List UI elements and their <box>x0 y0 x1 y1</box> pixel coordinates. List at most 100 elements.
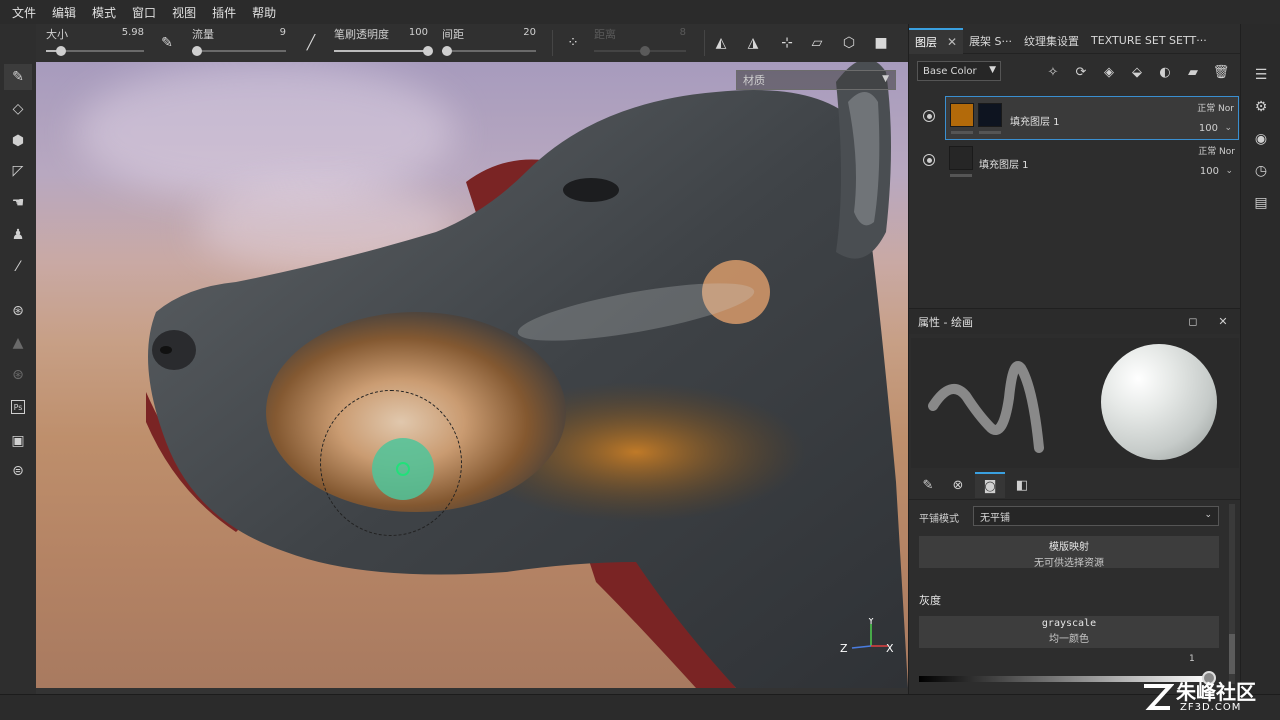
layer-name[interactable]: 填充图层 1 <box>1010 113 1060 128</box>
size-label: 大小 <box>46 28 68 41</box>
layer-thumbnail[interactable] <box>949 146 973 170</box>
material-tab-icon[interactable]: ◧ <box>1007 472 1037 498</box>
layer-mask-thumbnail[interactable] <box>978 103 1002 127</box>
shelf-icon[interactable]: ⊛ <box>4 298 32 324</box>
opacity-track[interactable] <box>334 46 433 56</box>
layer-row-body[interactable]: 填充图层 1 正常 Nor 100 ⌄ <box>945 140 1239 184</box>
layers-panel-icon[interactable]: ☰ <box>1250 64 1272 86</box>
log-icon[interactable]: ▤ <box>1250 192 1272 214</box>
lazy-mouse-icon[interactable]: ⁘ <box>562 32 584 54</box>
delete-layer-icon[interactable]: 🗑 <box>1211 62 1231 82</box>
bake-icon: ▲ <box>12 335 24 351</box>
properties-scrollbar[interactable] <box>1229 504 1235 684</box>
layer-row-body[interactable]: 填充图层 1 正常 Nor 100 ⌄ <box>945 96 1239 140</box>
camera-icon[interactable]: ■ <box>870 32 892 54</box>
spacing-track[interactable] <box>441 46 536 56</box>
polygon-fill-icon[interactable]: ◸ <box>4 158 32 184</box>
maximize-icon[interactable]: ◻ <box>1185 313 1201 329</box>
stencil-resource-slot[interactable]: 模版映射 无可供选择资源 <box>919 536 1219 569</box>
add-layer-icon[interactable]: ◈ <box>1099 62 1119 82</box>
eraser-icon[interactable]: ◇ <box>4 96 32 122</box>
tiling-dropdown[interactable]: 无平铺 ⌄ <box>973 506 1219 526</box>
layer-opacity[interactable]: 100 <box>1199 123 1218 134</box>
menu-plugins[interactable]: 插件 <box>204 4 244 21</box>
add-smart-material-icon[interactable]: ◐ <box>1155 62 1175 82</box>
alpha-tab-icon[interactable]: ⊗ <box>943 472 973 498</box>
flow-slider[interactable]: 流量 9 <box>182 24 294 62</box>
watermark: 朱峰社区 ZF3D.COM <box>1140 676 1270 720</box>
mirror-axis-icon[interactable]: ⊹ <box>776 32 798 54</box>
history-icon[interactable]: ◷ <box>1250 160 1272 182</box>
symmetry-icon[interactable]: ◭ <box>710 32 732 54</box>
add-fill-layer-icon[interactable]: ⬙ <box>1127 62 1147 82</box>
add-mask-icon[interactable]: ⟳ <box>1071 62 1091 82</box>
stencil-subtitle: 无可供选择资源 <box>1034 558 1104 569</box>
tab-texture-set-settings-en[interactable]: TEXTURE SET SETT··· <box>1085 34 1213 47</box>
axis-z-label: Z <box>840 642 848 655</box>
properties-title: 属性 - 绘画 <box>918 315 973 329</box>
tab-texture-set-settings[interactable]: 纹理集设置 <box>1018 33 1085 49</box>
size-knob[interactable] <box>55 46 66 56</box>
chevron-down-icon[interactable]: ⌄ <box>1224 123 1232 133</box>
spacing-value[interactable]: 20 <box>523 27 536 38</box>
tiling-dropdown-value: 无平铺 <box>980 512 1010 524</box>
menu-view[interactable]: 视图 <box>164 4 204 21</box>
spacing-slider[interactable]: 间距 20 <box>432 24 544 62</box>
channel-dropdown[interactable]: Base Color ▼ <box>917 61 1001 81</box>
layer-opacity[interactable]: 100 <box>1200 166 1219 177</box>
menu-edit[interactable]: 编辑 <box>44 4 84 21</box>
size-track[interactable] <box>46 46 144 56</box>
menu-window[interactable]: 窗口 <box>124 4 164 21</box>
symmetry-options-icon[interactable]: ◮ <box>742 32 764 54</box>
opacity-slider[interactable]: 笔刷透明度 100 <box>324 24 436 62</box>
projection-tool-icon[interactable]: ⬢ <box>4 128 32 154</box>
material-dropdown[interactable]: 材质 ▼ <box>736 70 896 90</box>
cube-view-icon[interactable]: ⬡ <box>838 32 860 54</box>
3d-viewport[interactable]: 材质 ▼ Y Z X <box>36 62 908 688</box>
menu-help[interactable]: 帮助 <box>244 4 284 21</box>
size-value[interactable]: 5.98 <box>122 27 144 38</box>
grayscale-resource-slot[interactable]: grayscale 均一颜色 <box>919 616 1219 648</box>
sync-icon[interactable]: ⊜ <box>4 458 32 484</box>
display-settings-icon[interactable]: ◉ <box>1250 128 1272 150</box>
add-folder-icon[interactable]: ▰ <box>1183 62 1203 82</box>
flow-value[interactable]: 9 <box>280 27 286 38</box>
settings-icon[interactable]: ⚙ <box>1250 96 1272 118</box>
opacity-value[interactable]: 100 <box>409 27 428 38</box>
visibility-eye-icon[interactable] <box>923 110 935 122</box>
blend-mode[interactable]: 正常 Nor <box>1197 101 1234 114</box>
clone-stamp-icon[interactable]: ♟ <box>4 222 32 248</box>
blend-mode[interactable]: 正常 Nor <box>1198 144 1235 157</box>
size-slider[interactable]: 大小 5.98 <box>36 24 152 62</box>
color-picker-icon[interactable]: ⁄ <box>4 254 32 280</box>
close-icon[interactable]: ✕ <box>1215 313 1231 329</box>
layer-row[interactable]: 填充图层 1 正常 Nor 100 ⌄ <box>909 140 1241 184</box>
right-icon-bar: ☰ ⚙ ◉ ◷ ▤ <box>1240 24 1280 694</box>
spacing-knob[interactable] <box>441 46 452 56</box>
opacity-label: 笔刷透明度 <box>334 28 389 41</box>
tab-layers[interactable]: 图层 ✕ <box>909 27 964 54</box>
projection-icon[interactable]: ▱ <box>806 32 828 54</box>
pen-pressure-icon[interactable]: ╱ <box>300 32 322 54</box>
tab-shelf[interactable]: 展架 S··· <box>963 33 1018 49</box>
layer-row[interactable]: 填充图层 1 正常 Nor 100 ⌄ <box>909 96 1241 140</box>
photoshop-export-icon[interactable]: Ps <box>4 394 32 420</box>
grayscale-value[interactable]: 1 <box>1189 654 1195 664</box>
pen-pressure-icon[interactable]: ✎ <box>156 32 178 54</box>
add-effect-icon[interactable]: ✧ <box>1043 62 1063 82</box>
flow-track[interactable] <box>191 46 286 56</box>
flow-knob[interactable] <box>191 46 202 56</box>
smudge-icon[interactable]: ☚ <box>4 190 32 216</box>
brush-tab-icon[interactable]: ✎ <box>913 472 943 498</box>
layer-name[interactable]: 填充图层 1 <box>979 156 1029 171</box>
scrollbar-thumb[interactable] <box>1229 634 1235 674</box>
document-icon[interactable]: ▣ <box>4 428 32 454</box>
visibility-eye-icon[interactable] <box>923 154 935 166</box>
stencil-tab-icon[interactable]: ◙ <box>975 472 1005 498</box>
layer-thumbnail[interactable] <box>950 103 974 127</box>
menu-mode[interactable]: 模式 <box>84 4 124 21</box>
close-icon[interactable]: ✕ <box>947 35 957 49</box>
paint-brush-icon[interactable]: ✎ <box>4 64 32 90</box>
menu-file[interactable]: 文件 <box>4 4 44 21</box>
chevron-down-icon[interactable]: ⌄ <box>1225 166 1233 176</box>
